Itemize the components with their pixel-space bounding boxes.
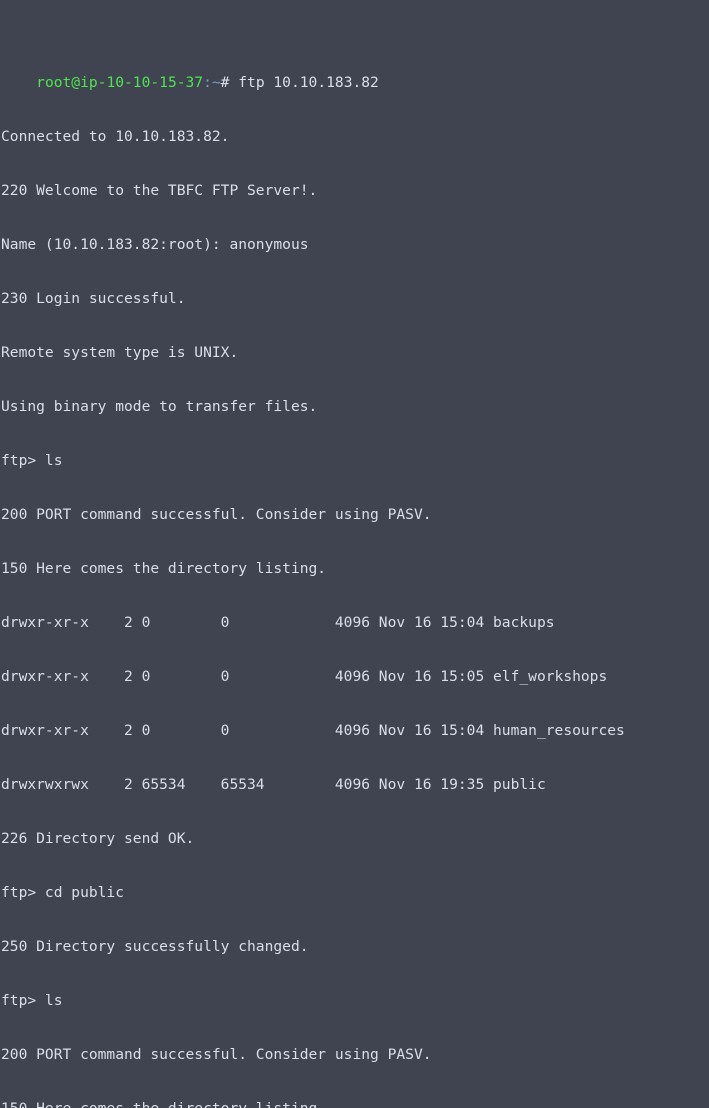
output-line: 250 Directory successfully changed.	[1, 938, 309, 955]
ftp-command-line: ftp> cd public	[1, 884, 125, 901]
listing-row: drwxrwxrwx 2 65534 65534 4096 Nov 16 19:…	[1, 776, 546, 793]
output-line: 150 Here comes the directory listing.	[1, 1100, 709, 1108]
output-line: 220 Welcome to the TBFC FTP Server!.	[1, 182, 318, 199]
listing-row: drwxr-xr-x 2 0 0 4096 Nov 16 15:04 human…	[1, 722, 625, 739]
output-line: 200 PORT command successful. Consider us…	[1, 506, 432, 523]
output-line: 226 Directory send OK.	[1, 830, 195, 847]
listing-row: drwxr-xr-x 2 0 0 4096 Nov 16 15:04 backu…	[1, 614, 555, 631]
ftp-command-line: ftp> ls	[1, 992, 63, 1009]
output-line: Connected to 10.10.183.82.	[1, 128, 230, 145]
prompt-command: ftp 10.10.183.82	[229, 74, 379, 91]
output-line: Name (10.10.183.82:root): anonymous	[1, 236, 309, 253]
output-line: Using binary mode to transfer files.	[1, 398, 318, 415]
output-line: 230 Login successful.	[1, 290, 186, 307]
listing-row: drwxr-xr-x 2 0 0 4096 Nov 16 15:05 elf_w…	[1, 668, 608, 685]
prompt-path: :~	[203, 74, 221, 91]
prompt-user-host: root@ip-10-10-15-37	[36, 74, 204, 91]
output-line: 150 Here comes the directory listing.	[1, 560, 327, 577]
terminal-screen[interactable]: root@ip-10-10-15-37:~# ftp 10.10.183.82 …	[0, 0, 709, 1108]
ftp-command-line: ftp> ls	[1, 452, 63, 469]
output-line: 200 PORT command successful. Consider us…	[1, 1046, 432, 1063]
shell-prompt-line: root@ip-10-10-15-37:~# ftp 10.10.183.82	[1, 56, 709, 91]
output-line: Remote system type is UNIX.	[1, 344, 239, 361]
